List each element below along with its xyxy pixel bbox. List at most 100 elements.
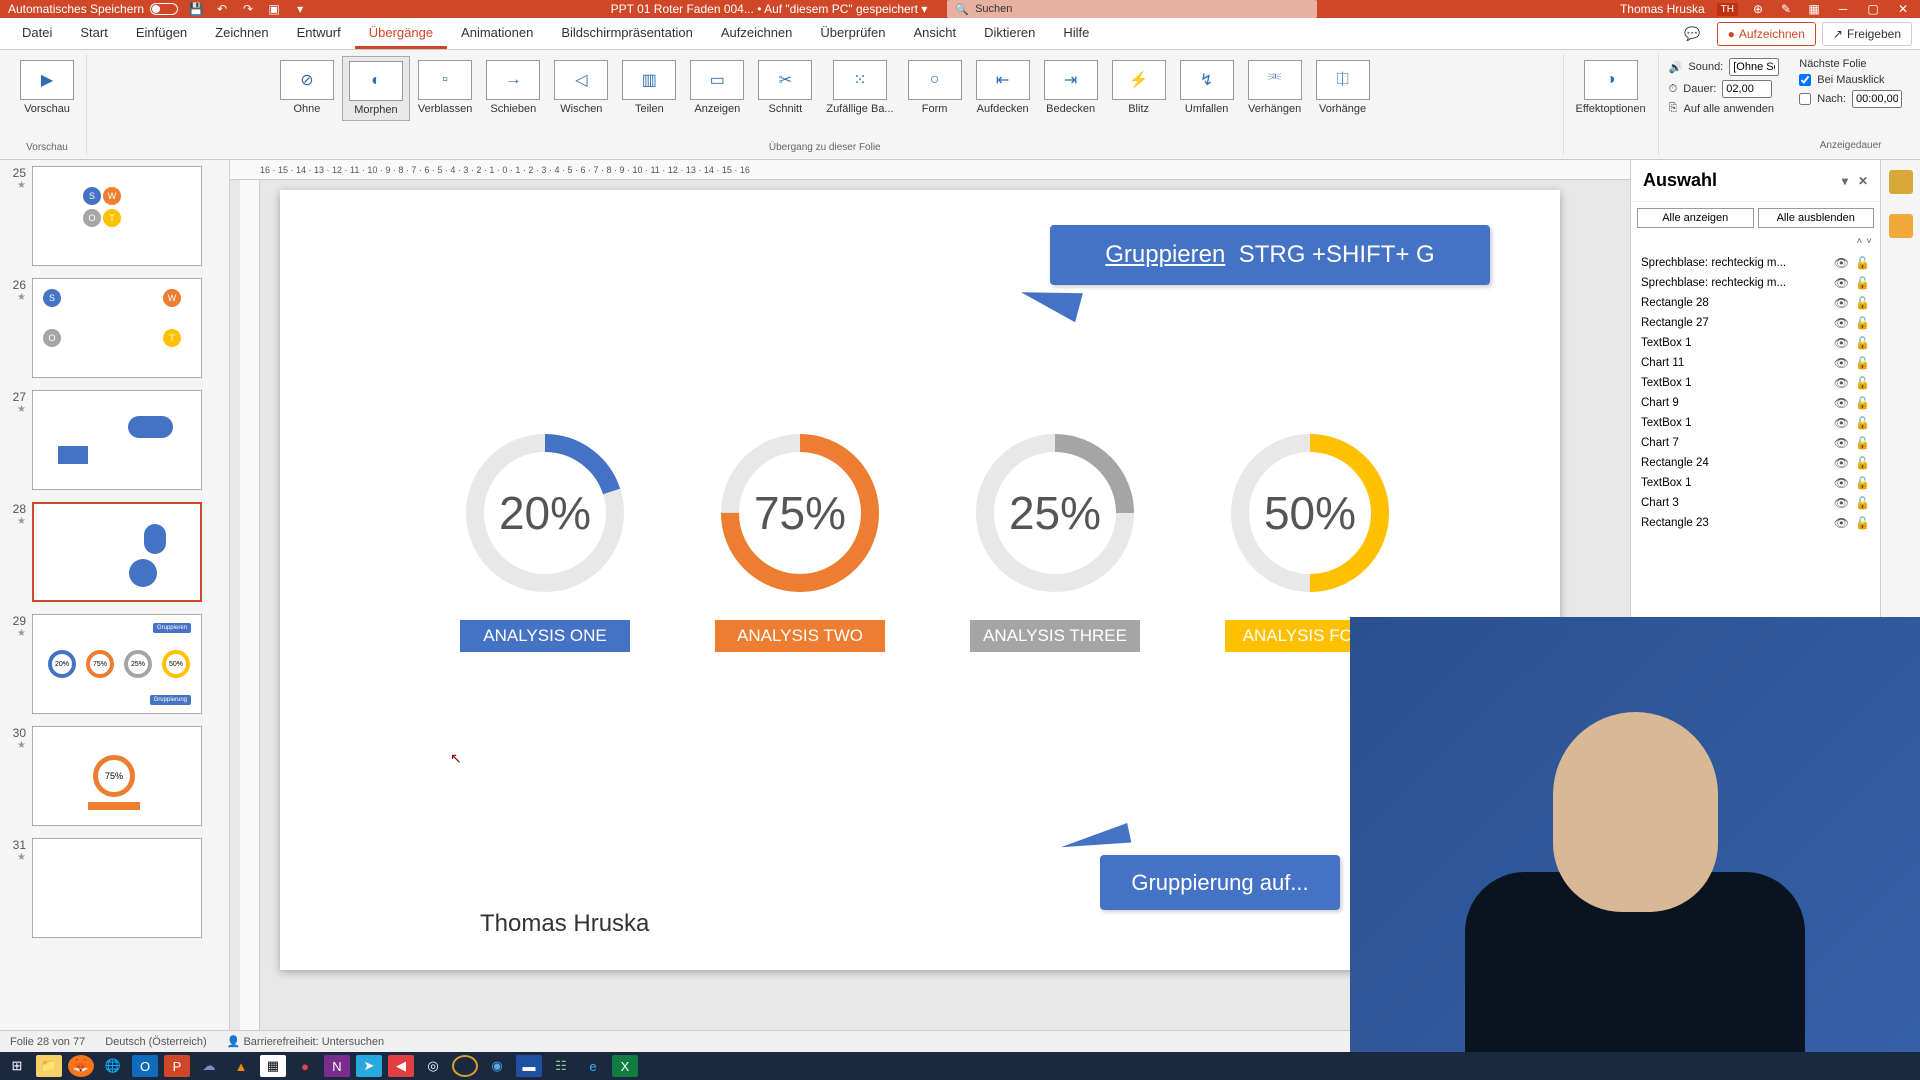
visibility-icon[interactable]: 👁 <box>1834 296 1849 310</box>
visibility-icon[interactable]: 👁 <box>1834 396 1849 410</box>
selection-item[interactable]: Chart 3👁🔓 <box>1631 493 1880 513</box>
selection-item[interactable]: Rectangle 28👁🔓 <box>1631 293 1880 313</box>
search-input[interactable]: 🔍 Suchen <box>947 0 1317 18</box>
apply-all-button[interactable]: ⎘ Auf alle anwenden <box>1669 102 1780 115</box>
author-text[interactable]: Thomas Hruska <box>480 910 649 938</box>
menu-tab-entwurf[interactable]: Entwurf <box>283 19 355 49</box>
selection-item[interactable]: TextBox 1👁🔓 <box>1631 473 1880 493</box>
edge-icon[interactable]: e <box>580 1055 606 1077</box>
app-icon[interactable]: ● <box>292 1055 318 1077</box>
autosave-toggle[interactable]: Automatisches Speichern <box>8 2 178 16</box>
obs-icon[interactable]: ◎ <box>420 1055 446 1077</box>
language-status[interactable]: Deutsch (Österreich) <box>105 1036 206 1048</box>
app-icon[interactable]: ▦ <box>260 1055 286 1077</box>
menu-tab-einfügen[interactable]: Einfügen <box>122 19 201 49</box>
menu-tab-start[interactable]: Start <box>66 19 121 49</box>
after-input[interactable] <box>1852 90 1902 108</box>
app-icon[interactable]: ☁ <box>196 1055 222 1077</box>
donut-chart-2[interactable]: 75%ANALYSIS TWO <box>715 430 885 652</box>
save-icon[interactable]: 💾 <box>188 1 204 17</box>
user-name[interactable]: Thomas Hruska <box>1620 2 1705 16</box>
transition-teilen[interactable]: ▥Teilen <box>616 56 682 121</box>
transition-schnitt[interactable]: ✂Schnitt <box>752 56 818 121</box>
designer-icon[interactable] <box>1889 170 1913 194</box>
slide-thumb-29[interactable]: Gruppieren20%75%25%50%Gruppierung <box>32 614 202 714</box>
visibility-icon[interactable]: 👁 <box>1834 416 1849 430</box>
firefox-icon[interactable]: 🦊 <box>68 1055 94 1077</box>
menu-tab-überprüfen[interactable]: Überprüfen <box>806 19 899 49</box>
visibility-icon[interactable]: 👁 <box>1834 516 1849 530</box>
visibility-icon[interactable]: 👁 <box>1834 356 1849 370</box>
visibility-icon[interactable]: 👁 <box>1834 436 1849 450</box>
app-icon[interactable] <box>452 1055 478 1077</box>
selection-item[interactable]: TextBox 1👁🔓 <box>1631 413 1880 433</box>
menu-tab-zeichnen[interactable]: Zeichnen <box>201 19 282 49</box>
after-checkbox[interactable] <box>1799 93 1811 105</box>
transition-wischen[interactable]: ◁Wischen <box>548 56 614 121</box>
record-button[interactable]: ● Aufzeichnen <box>1717 22 1816 46</box>
menu-tab-diktieren[interactable]: Diktieren <box>970 19 1049 49</box>
visibility-icon[interactable]: 👁 <box>1834 456 1849 470</box>
lock-icon[interactable]: 🔓 <box>1855 316 1870 330</box>
lock-icon[interactable]: 🔓 <box>1855 256 1870 270</box>
menu-tab-ansicht[interactable]: Ansicht <box>899 19 970 49</box>
present-icon[interactable]: ▣ <box>266 1 282 17</box>
transition-verblassen[interactable]: ▫Verblassen <box>412 56 478 121</box>
transition-form[interactable]: ○Form <box>902 56 968 121</box>
visibility-icon[interactable]: 👁 <box>1834 496 1849 510</box>
duration-input[interactable] <box>1722 80 1772 98</box>
chevron-down-icon[interactable]: ▾ <box>1842 174 1848 188</box>
slide-counter[interactable]: Folie 28 von 77 <box>10 1036 85 1048</box>
transition-anzeigen[interactable]: ▭Anzeigen <box>684 56 750 121</box>
hide-all-button[interactable]: Alle ausblenden <box>1758 208 1875 228</box>
visibility-icon[interactable]: 👁 <box>1834 336 1849 350</box>
lock-icon[interactable]: 🔓 <box>1855 496 1870 510</box>
slide-thumb-26[interactable]: SWOT <box>32 278 202 378</box>
sort-up-icon[interactable]: ˄ <box>1856 236 1862 247</box>
close-pane-icon[interactable]: ✕ <box>1858 174 1868 188</box>
vlc-icon[interactable]: ▲ <box>228 1055 254 1077</box>
close-button[interactable]: ✕ <box>1894 2 1912 16</box>
lock-icon[interactable]: 🔓 <box>1855 476 1870 490</box>
start-button[interactable]: ⊞ <box>4 1055 30 1077</box>
redo-icon[interactable]: ↷ <box>240 1 256 17</box>
transition-morphen[interactable]: ◐Morphen <box>342 56 410 121</box>
menu-tab-aufzeichnen[interactable]: Aufzeichnen <box>707 19 807 49</box>
powerpoint-icon[interactable]: P <box>164 1055 190 1077</box>
transition-bedecken[interactable]: ⇥Bedecken <box>1038 56 1104 121</box>
transition-blitz[interactable]: ⚡Blitz <box>1106 56 1172 121</box>
slide-thumb-31[interactable] <box>32 838 202 938</box>
selection-item[interactable]: Rectangle 24👁🔓 <box>1631 453 1880 473</box>
accessibility-status[interactable]: 👤 Barrierefreiheit: Untersuchen <box>227 1035 384 1048</box>
draw-icon[interactable]: ✎ <box>1778 1 1794 17</box>
selection-item[interactable]: TextBox 1👁🔓 <box>1631 333 1880 353</box>
transition-ohne[interactable]: ⊘Ohne <box>274 56 340 121</box>
menu-tab-hilfe[interactable]: Hilfe <box>1049 19 1103 49</box>
visibility-icon[interactable]: 👁 <box>1834 376 1849 390</box>
lock-icon[interactable]: 🔓 <box>1855 276 1870 290</box>
lock-icon[interactable]: 🔓 <box>1855 416 1870 430</box>
selection-item[interactable]: Sprechblase: rechteckig m...👁🔓 <box>1631 273 1880 293</box>
chrome-icon[interactable]: 🌐 <box>100 1055 126 1077</box>
sound-select[interactable] <box>1729 58 1779 76</box>
sort-down-icon[interactable]: ˅ <box>1866 236 1872 247</box>
donut-chart-3[interactable]: 25%ANALYSIS THREE <box>970 430 1140 652</box>
selection-item[interactable]: Chart 9👁🔓 <box>1631 393 1880 413</box>
slide-thumb-25[interactable]: SWOT <box>32 166 202 266</box>
donut-chart-1[interactable]: 20%ANALYSIS ONE <box>460 430 630 652</box>
excel-icon[interactable]: X <box>612 1055 638 1077</box>
transition-vorhänge[interactable]: ⎅Vorhänge <box>1310 56 1376 121</box>
lock-icon[interactable]: 🔓 <box>1855 436 1870 450</box>
visibility-icon[interactable]: 👁 <box>1834 476 1849 490</box>
share-button[interactable]: ↗ Freigeben <box>1822 22 1912 46</box>
lock-icon[interactable]: 🔓 <box>1855 356 1870 370</box>
window-icon[interactable]: ▦ <box>1806 1 1822 17</box>
slide-thumb-27[interactable] <box>32 390 202 490</box>
app-icon[interactable]: ◉ <box>484 1055 510 1077</box>
outlook-icon[interactable]: O <box>132 1055 158 1077</box>
filename[interactable]: PPT 01 Roter Faden 004... • Auf "diesem … <box>611 2 928 16</box>
lock-icon[interactable]: 🔓 <box>1855 456 1870 470</box>
transition-schieben[interactable]: →Schieben <box>480 56 546 121</box>
menu-tab-bildschirmpräsentation[interactable]: Bildschirmpräsentation <box>547 19 707 49</box>
transition-aufdecken[interactable]: ⇤Aufdecken <box>970 56 1036 121</box>
